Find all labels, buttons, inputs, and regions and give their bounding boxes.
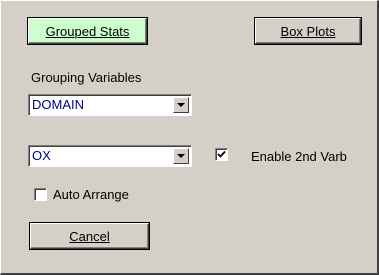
grouping-var1-value: DOMAIN: [32, 97, 84, 112]
checkmark-icon: [217, 150, 226, 158]
grouping-var2-value: OX: [32, 148, 51, 163]
grouping-variables-label: Grouping Variables: [31, 70, 142, 85]
cancel-label: Cancel: [69, 228, 110, 244]
grouped-stats-button[interactable]: Grouped Stats: [27, 17, 148, 45]
grouping-var2-dropdown-button[interactable]: [173, 148, 189, 164]
enable-2nd-varb-label[interactable]: Enable 2nd Varb: [251, 149, 347, 164]
chevron-down-icon: [177, 154, 185, 158]
dialog-panel: Grouped Stats Box Plots Grouping Variabl…: [0, 0, 379, 275]
grouping-var1-dropdown-button[interactable]: [173, 97, 189, 113]
enable-2nd-varb-checkbox[interactable]: [215, 148, 228, 161]
grouping-var2-select[interactable]: OX: [28, 145, 192, 167]
auto-arrange-checkbox[interactable]: [34, 188, 47, 201]
grouping-var1-select[interactable]: DOMAIN: [28, 94, 192, 116]
auto-arrange-label[interactable]: Auto Arrange: [53, 187, 129, 202]
box-plots-button[interactable]: Box Plots: [254, 17, 362, 45]
cancel-button[interactable]: Cancel: [29, 222, 150, 250]
grouped-stats-label: Grouped Stats: [45, 23, 130, 39]
chevron-down-icon: [177, 103, 185, 107]
box-plots-label: Box Plots: [280, 23, 336, 39]
